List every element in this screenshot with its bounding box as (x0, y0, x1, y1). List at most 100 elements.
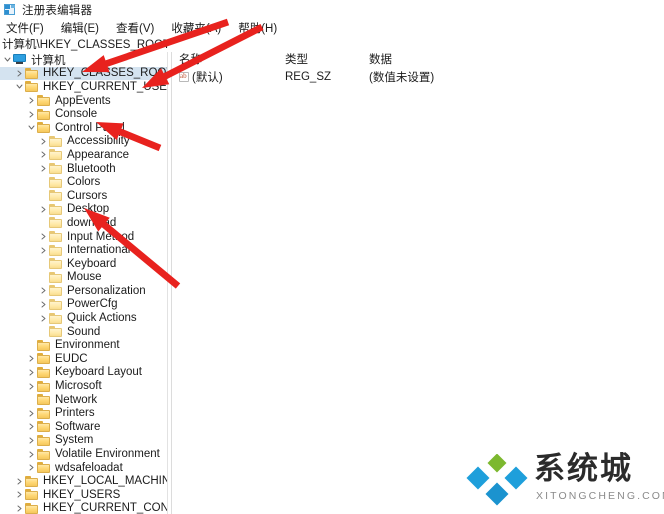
tree-item[interactable]: Cursors (0, 189, 167, 203)
tree-item[interactable]: International (0, 243, 167, 257)
chevron-right-icon[interactable] (14, 475, 25, 488)
tree-item[interactable]: download (0, 216, 167, 230)
tree-item-label: AppEvents (55, 94, 111, 107)
tree-item-label: Accessibility (67, 135, 130, 148)
tree-item[interactable]: Network (0, 393, 167, 407)
chevron-right-icon[interactable] (38, 162, 49, 175)
tree-item[interactable]: Accessibility (0, 135, 167, 149)
chevron-down-icon[interactable] (26, 121, 37, 134)
tree-item[interactable]: Quick Actions (0, 311, 167, 325)
chevron-right-icon[interactable] (38, 148, 49, 161)
chevron-right-icon[interactable] (26, 420, 37, 433)
tree-item[interactable]: Environment (0, 338, 167, 352)
column-header-name[interactable]: 名称 (172, 52, 278, 69)
window-title: 注册表编辑器 (22, 4, 93, 17)
folder-icon (25, 81, 39, 93)
chevron-right-icon[interactable] (26, 94, 37, 107)
tree-item[interactable]: Appearance (0, 148, 167, 162)
folder-icon (37, 394, 51, 406)
tree-item[interactable]: HKEY_LOCAL_MACHINE (0, 474, 167, 488)
chevron-right-icon[interactable] (38, 230, 49, 243)
folder-icon (49, 326, 63, 338)
chevron-right-icon[interactable] (14, 67, 25, 80)
chevron-right-icon[interactable] (26, 448, 37, 461)
chevron-down-icon[interactable] (14, 80, 25, 93)
tree-item-label: HKEY_USERS (43, 488, 121, 501)
column-header-data[interactable]: 数据 (362, 52, 664, 69)
registry-tree[interactable]: 计算机 HKEY_CLASSES_ROOT HKEY_CURRENT_USER App… (0, 52, 167, 514)
chevron-right-icon (38, 176, 49, 189)
tree-item-label: Cursors (67, 189, 108, 202)
folder-icon (49, 217, 63, 229)
chevron-right-icon[interactable] (26, 108, 37, 121)
tree-item[interactable]: HKEY_CURRENT_USER (0, 80, 167, 94)
chevron-right-icon[interactable] (14, 502, 25, 514)
tree-item[interactable]: Personalization (0, 284, 167, 298)
chevron-right-icon[interactable] (26, 380, 37, 393)
menu-favorites[interactable]: 收藏夹(A) (171, 20, 230, 36)
folder-icon (49, 135, 63, 147)
tree-item[interactable]: System (0, 434, 167, 448)
column-header-type[interactable]: 类型 (278, 52, 362, 69)
tree-item-label: PowerCfg (67, 298, 118, 311)
tree-item-label: Sound (67, 325, 101, 338)
tree-item[interactable]: Volatile Environment (0, 447, 167, 461)
tree-item-label: 计算机 (31, 54, 66, 67)
chevron-right-icon[interactable] (38, 135, 49, 148)
tree-item[interactable]: HKEY_CLASSES_ROOT (0, 66, 167, 81)
tree-item[interactable]: wdsafeloadat (0, 461, 167, 475)
folder-icon (25, 502, 39, 514)
chevron-right-icon[interactable] (26, 461, 37, 474)
tree-item[interactable]: HKEY_CURRENT_CONFIG (0, 502, 167, 514)
tree-item[interactable]: Bluetooth (0, 162, 167, 176)
folder-icon (37, 448, 51, 460)
tree-item[interactable]: AppEvents (0, 94, 167, 108)
chevron-right-icon[interactable] (14, 488, 25, 501)
chevron-right-icon[interactable] (26, 407, 37, 420)
folder-icon (49, 244, 63, 256)
tree-item[interactable]: Input Method (0, 230, 167, 244)
menu-view[interactable]: 查看(V) (116, 20, 163, 36)
folder-icon (37, 380, 51, 392)
tree-item[interactable]: Desktop (0, 203, 167, 217)
chevron-right-icon[interactable] (38, 312, 49, 325)
value-list-pane: 名称 类型 数据 (默认) REG_SZ (数值未设置) (172, 52, 664, 514)
tree-item[interactable]: Keyboard (0, 257, 167, 271)
chevron-right-icon (26, 393, 37, 406)
chevron-right-icon (38, 257, 49, 270)
chevron-right-icon[interactable] (38, 284, 49, 297)
tree-item[interactable]: HKEY_USERS (0, 488, 167, 502)
tree-item[interactable]: 计算机 (0, 53, 167, 67)
tree-item[interactable]: PowerCfg (0, 298, 167, 312)
tree-item[interactable]: EUDC (0, 352, 167, 366)
chevron-right-icon[interactable] (38, 203, 49, 216)
table-row[interactable]: (默认) REG_SZ (数值未设置) (172, 69, 664, 85)
tree-item-label: Colors (67, 176, 101, 189)
tree-item[interactable]: Sound (0, 325, 167, 339)
chevron-right-icon[interactable] (26, 434, 37, 447)
chevron-down-icon[interactable] (2, 53, 13, 66)
tree-item[interactable]: Software (0, 420, 167, 434)
chevron-right-icon[interactable] (38, 244, 49, 257)
tree-item[interactable]: Mouse (0, 271, 167, 285)
address-bar[interactable]: 计算机\HKEY_CLASSES_ROOT (0, 36, 664, 52)
tree-item[interactable]: Microsoft (0, 379, 167, 393)
menu-file[interactable]: 文件(F) (6, 20, 53, 36)
chevron-right-icon[interactable] (38, 298, 49, 311)
tree-item[interactable]: Printers (0, 406, 167, 420)
folder-icon (25, 475, 39, 487)
tree-item-label: Control Panel (55, 121, 125, 134)
tree-item[interactable]: Control Panel (0, 121, 167, 135)
tree-item[interactable]: Colors (0, 175, 167, 189)
menu-help[interactable]: 帮助(H) (238, 20, 286, 36)
tree-item[interactable]: Keyboard Layout (0, 366, 167, 380)
tree-item-label: download (67, 216, 117, 229)
chevron-right-icon[interactable] (26, 352, 37, 365)
value-data-cell: (数值未设置) (369, 72, 435, 84)
menu-edit[interactable]: 编辑(E) (61, 20, 108, 36)
chevron-right-icon[interactable] (26, 366, 37, 379)
chevron-right-icon (26, 339, 37, 352)
folder-icon (37, 462, 51, 474)
tree-item[interactable]: Console (0, 107, 167, 121)
tree-item-label: System (55, 434, 94, 447)
